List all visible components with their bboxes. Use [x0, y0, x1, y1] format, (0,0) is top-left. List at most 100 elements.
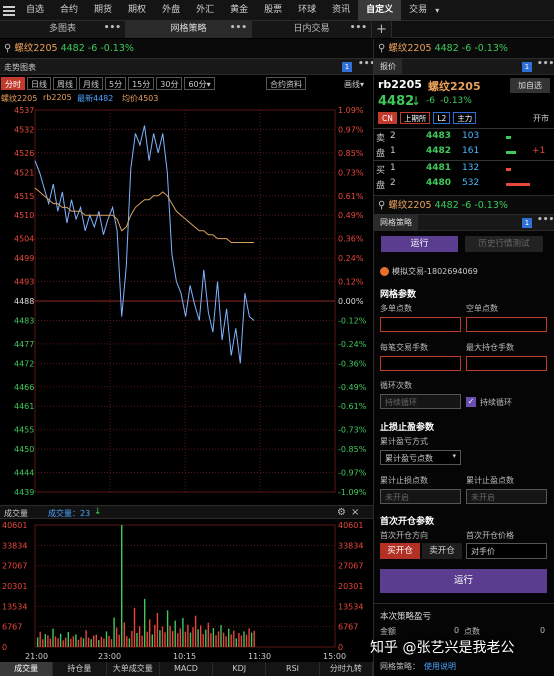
volume-bar — [202, 634, 204, 647]
nav-item[interactable]: 交易 — [401, 0, 435, 21]
tab-multi-chart[interactable]: 多图表 ••• — [0, 21, 126, 38]
loop-checkbox[interactable]: ✓ — [466, 397, 476, 407]
pct-tick-label: -0.97% — [338, 469, 367, 478]
strategy-more-icon[interactable]: ••• — [537, 215, 554, 225]
y-tick-label: 4499 — [14, 254, 34, 263]
nav-item[interactable]: 黄金 — [222, 0, 256, 21]
period-button[interactable]: 日线 — [27, 77, 51, 90]
run-tab[interactable]: 运行 — [381, 236, 458, 252]
accum-sl-input[interactable]: 未开启 — [380, 489, 461, 504]
draw-line-menu[interactable]: 画线▾ — [344, 79, 364, 90]
close-icon[interactable]: × — [351, 507, 359, 518]
tab-more-icon[interactable]: ••• — [230, 20, 247, 37]
order-book-row[interactable]: 2 4480 532 — [390, 177, 554, 192]
quote-name[interactable]: 螺纹2205 — [388, 200, 431, 211]
backtest-tab[interactable]: 历史行情测试 — [465, 236, 543, 252]
y-tick-label: 4521 — [14, 168, 34, 177]
quote-name[interactable]: 螺纹2205 — [388, 43, 431, 54]
book-price: 4483 — [426, 131, 452, 141]
contract-info-button[interactable]: 合约资料 — [266, 77, 306, 90]
search-icon[interactable]: ⚲ — [378, 43, 385, 54]
volume-bar — [146, 631, 148, 647]
right-quote-bar: ⚲ 螺纹2205 4482 -6 -0.13% — [374, 39, 554, 59]
nav-item[interactable]: 合约 — [52, 0, 86, 21]
volume-bar — [100, 636, 103, 647]
max-pos-input[interactable] — [466, 356, 547, 371]
tab-grid-strategy[interactable]: 网格策略 — [374, 215, 418, 230]
book-price: 4481 — [426, 163, 452, 173]
indicator-tab[interactable]: 成交量 — [0, 662, 54, 676]
tab-quote[interactable]: 报价 — [374, 59, 402, 74]
quote-badge: 1 — [522, 62, 532, 72]
indicator-tab[interactable]: 分时九转 — [320, 662, 373, 676]
tab-more-icon[interactable]: ••• — [104, 20, 121, 37]
indicator-tab[interactable]: RSI — [266, 662, 320, 676]
multi-points-input[interactable] — [380, 317, 461, 332]
tab-intraday-trade[interactable]: 日内交易 ••• — [252, 21, 372, 38]
nav-item[interactable]: 股票 — [256, 0, 290, 21]
quote-pct: -0.13% — [100, 43, 134, 54]
nav-item[interactable]: 外盘 — [154, 0, 188, 21]
nav-item[interactable]: 自选 — [18, 0, 52, 21]
y-tick-label: 4477 — [14, 340, 34, 349]
first-price-input[interactable]: 对手价 — [466, 543, 547, 559]
short-points-input[interactable] — [466, 317, 547, 332]
instructions-link[interactable]: 使用说明 — [424, 661, 456, 672]
period-button[interactable]: 60分▾ — [184, 77, 215, 90]
volume-bar — [250, 632, 253, 647]
multi-points-label: 多单点数 — [380, 304, 412, 313]
book-vol: 103 — [462, 131, 480, 141]
quote-more-icon[interactable]: ••• — [537, 59, 554, 69]
buy-open-button[interactable]: 买开仓 — [380, 543, 420, 559]
menu-icon[interactable] — [0, 0, 18, 21]
accum-tp-input[interactable]: 未开启 — [466, 489, 547, 504]
period-button[interactable]: 15分 — [128, 77, 155, 90]
indicator-tab[interactable]: 持仓量 — [53, 662, 107, 676]
settings-icon[interactable]: ⚙ — [337, 507, 346, 518]
x-tick-label: 21:00 — [25, 652, 48, 661]
per-trade-input[interactable] — [380, 356, 461, 371]
amount-label: 金额 — [380, 627, 396, 636]
order-book-row[interactable]: 1 4481 132 — [390, 162, 554, 177]
volume-bar — [217, 631, 220, 647]
volume-bar — [136, 632, 138, 647]
pct-tick-label: -0.12% — [338, 316, 367, 325]
nav-item[interactable]: 资讯 — [324, 0, 358, 21]
indicator-tab[interactable]: KDJ — [213, 662, 267, 676]
add-watchlist-button[interactable]: 加自选 — [510, 78, 550, 93]
period-button[interactable]: 5分 — [105, 77, 127, 90]
pct-tick-label: 0.36% — [338, 235, 364, 244]
nav-item[interactable]: 自定义 — [358, 0, 402, 21]
nav-item[interactable]: 期货 — [86, 0, 120, 21]
run-strategy-button[interactable]: 运行 — [380, 569, 547, 593]
period-button[interactable]: 月线 — [79, 77, 103, 90]
period-button[interactable]: 30分 — [156, 77, 183, 90]
nav-item[interactable]: 外汇 — [188, 0, 222, 21]
add-tab-button[interactable]: + — [372, 21, 392, 38]
order-book-row[interactable]: 1 4482 161 +1 — [390, 145, 554, 160]
search-icon[interactable]: ⚲ — [378, 200, 385, 211]
pct-tick-label: -0.61% — [338, 402, 367, 411]
loop-count-input[interactable]: 持续循环 — [380, 394, 461, 409]
volume-bar — [42, 639, 44, 647]
period-button[interactable]: 分时 — [1, 77, 25, 90]
search-icon[interactable]: ⚲ — [4, 43, 11, 54]
tab-more-icon[interactable]: ••• — [350, 20, 367, 37]
indicator-tab[interactable]: MACD — [160, 662, 214, 676]
intraday-price-chart[interactable]: 4537 1.09% 4532 0.97% 4526 0.85% 4521 0.73% 4515… — [0, 104, 373, 504]
accum-mode-select[interactable]: 累计盈亏点数 ▾ — [380, 450, 461, 465]
nav-item[interactable]: 环球 — [290, 0, 324, 21]
tab-grid-strategy[interactable]: 网格策略 ••• — [126, 21, 252, 38]
grid-params-title: 网格参数 — [380, 290, 417, 300]
sell-open-button[interactable]: 卖开仓 — [422, 543, 462, 559]
quote-name[interactable]: 螺纹2205 — [14, 43, 57, 54]
y-tick-label: 4472 — [14, 359, 34, 368]
period-button[interactable]: 周线 — [53, 77, 77, 90]
volume-bar — [133, 607, 136, 647]
indicator-tab[interactable]: 大单成交量 — [107, 662, 160, 676]
order-book-row[interactable]: 2 4483 103 — [390, 130, 554, 145]
nav-item[interactable]: 期权 — [120, 0, 154, 21]
volume-chart[interactable]: 40601 40601 33834 33834 27067 27067 20301 20301… — [0, 519, 373, 662]
volume-bar — [121, 525, 123, 647]
quote-change: -6 — [461, 43, 472, 54]
